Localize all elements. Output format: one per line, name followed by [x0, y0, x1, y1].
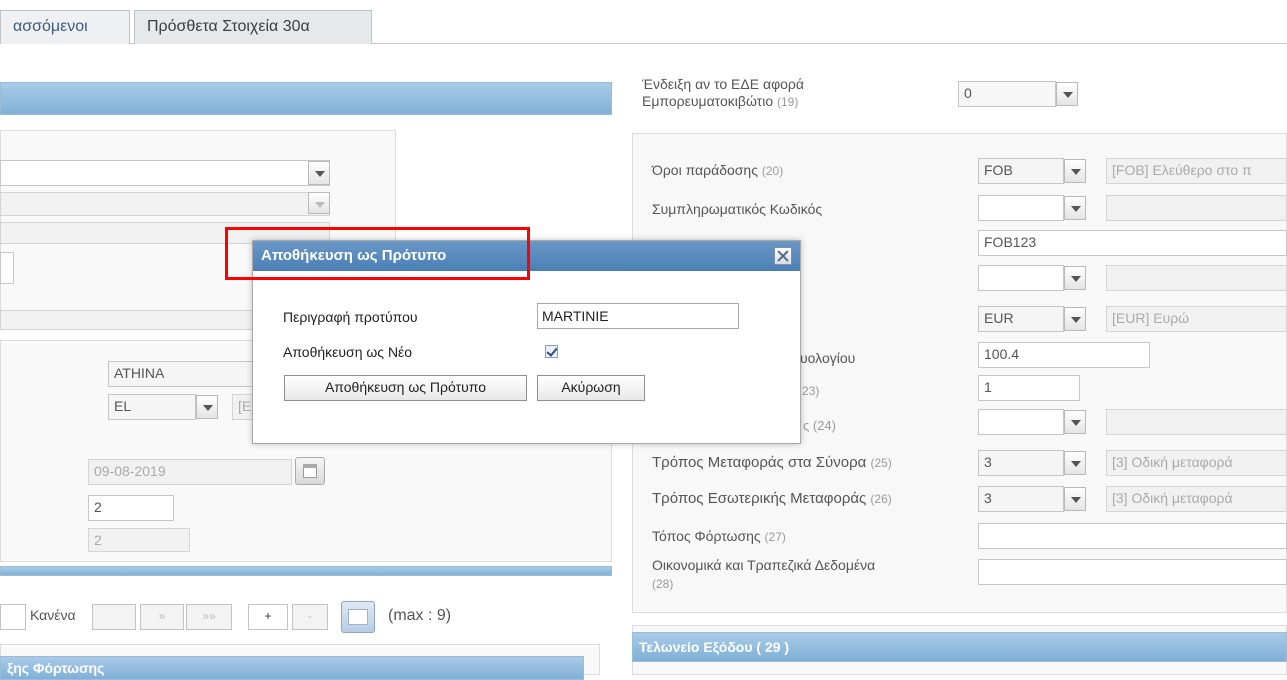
currency-select[interactable]: EUR: [978, 306, 1064, 332]
chevron-down-icon: [308, 192, 330, 214]
loading-place-text: Τόπος Φόρτωσης: [652, 528, 761, 544]
pager-none-label: Κανένα: [30, 607, 76, 623]
chevron-down-icon[interactable]: [1064, 451, 1086, 475]
financial-text: Οικονομικά και Τραπεζικά Δεδομένα: [652, 557, 876, 573]
country-desc: [E: [232, 394, 254, 420]
transport-border-select[interactable]: 3: [978, 450, 1064, 476]
transport-border-text: Τρόπος Μεταφοράς στα Σύνορα: [652, 454, 867, 471]
supplementary-code-select[interactable]: [978, 195, 1064, 221]
transport-inland-label: Τρόπος Εσωτερικής Μεταφοράς (26): [652, 490, 892, 507]
invoice-amount-field[interactable]: 100.4: [978, 342, 1150, 368]
close-icon[interactable]: [774, 247, 792, 265]
nature-desc: [1106, 409, 1287, 435]
exchange-rate-field[interactable]: 1: [978, 375, 1080, 401]
save-as-new-label: Αποθήκευση ως Νέο: [283, 344, 413, 360]
exchange-rate-num: 23): [802, 384, 820, 398]
place-field[interactable]: FOB123: [978, 230, 1287, 256]
select-row-4[interactable]: [978, 265, 1064, 291]
chevron-down-icon[interactable]: [1064, 307, 1086, 331]
transport-inland-desc: [3] Οδική μεταφορά: [1106, 486, 1287, 512]
remove-button[interactable]: -: [292, 604, 328, 630]
field-b: 2: [88, 528, 190, 552]
loading-place-field[interactable]: [978, 523, 1287, 549]
currency-desc: [EUR] Ευρώ: [1106, 306, 1287, 332]
left-select-2: [0, 192, 330, 216]
pager-prev[interactable]: [0, 604, 26, 630]
field-a[interactable]: 2: [88, 495, 174, 521]
exit-office-title: Τελωνείο Εξόδου ( 29 ): [632, 632, 1287, 662]
cancel-button[interactable]: Ακύρωση: [537, 375, 645, 401]
financial-field[interactable]: [978, 559, 1287, 585]
container-num: (19): [777, 95, 799, 109]
save-as-new-checkbox[interactable]: [545, 345, 558, 358]
delivery-terms-desc: [FOB] Ελεύθερο στο π: [1106, 158, 1287, 184]
financial-num: (28): [652, 577, 674, 591]
supplementary-code-desc: [1106, 195, 1287, 221]
chevron-down-icon[interactable]: [1064, 487, 1086, 511]
loading-section-title: ξης Φόρτωσης: [0, 656, 584, 680]
delivery-terms-label: Όροι παράδοσης (20): [652, 162, 783, 178]
date-field[interactable]: 09-08-2019: [88, 459, 292, 485]
chevron-down-icon[interactable]: [1064, 196, 1086, 220]
chevron-down-icon[interactable]: [1056, 82, 1078, 106]
calendar-icon[interactable]: [295, 457, 325, 485]
chevron-down-icon[interactable]: [1064, 410, 1086, 434]
financial-label: Οικονομικά και Τραπεζικά Δεδομένα (28): [652, 556, 962, 593]
city-field[interactable]: ATHINA: [108, 361, 254, 387]
left-divider-bar: [0, 566, 612, 576]
nature-num: ς (24): [803, 418, 836, 433]
transport-inland-num: (26): [870, 492, 892, 506]
loading-place-num: (27): [764, 530, 786, 544]
transport-inland-select[interactable]: 3: [978, 486, 1064, 512]
pager-next-button[interactable]: »: [140, 604, 184, 630]
chevron-down-icon[interactable]: [1064, 159, 1086, 183]
delivery-terms-num: (20): [761, 164, 784, 178]
save-as-template-button[interactable]: Αποθήκευση ως Πρότυπο: [284, 375, 527, 401]
left-section-header: [0, 82, 612, 115]
transport-border-num: (25): [870, 456, 892, 470]
highlight-box: [225, 227, 530, 280]
chevron-down-icon[interactable]: [196, 395, 218, 419]
nature-select[interactable]: [978, 409, 1064, 435]
country-select[interactable]: EL: [108, 394, 196, 420]
row-4-desc: [1106, 265, 1287, 291]
delivery-terms-select[interactable]: FOB: [978, 158, 1064, 184]
transport-border-desc: [3] Οδική μεταφορά: [1106, 450, 1287, 476]
template-description-label: Περιγραφή προτύπου: [283, 309, 418, 325]
add-button[interactable]: +: [248, 604, 288, 630]
left-textarea[interactable]: [0, 252, 14, 284]
tab-participants[interactable]: ασσόμενοι: [0, 10, 130, 44]
chevron-down-icon[interactable]: [1064, 266, 1086, 290]
tab-additional-30a[interactable]: Πρόσθετα Στοιχεία 30α: [134, 10, 372, 44]
transport-border-label: Τρόπος Μεταφοράς στα Σύνορα (25): [652, 454, 892, 471]
pager-last-button[interactable]: »»: [186, 604, 232, 630]
pager-input[interactable]: [92, 604, 136, 630]
window-icon[interactable]: [341, 601, 375, 633]
loading-place-label: Τόπος Φόρτωσης (27): [652, 528, 786, 544]
invoice-amount-label: υολογίου: [800, 350, 856, 366]
pager-max-label: (max : 9): [388, 607, 452, 624]
left-select-1[interactable]: [0, 160, 330, 186]
template-description-input[interactable]: [537, 303, 739, 329]
supplementary-code-label: Συμπληρωματικός Κωδικός: [652, 201, 823, 217]
transport-inland-text: Τρόπος Εσωτερικής Μεταφοράς: [652, 490, 867, 507]
container-label: Ένδειξη αν το ΕΔΕ αφορά Εμπορευματοκιβώτ…: [642, 76, 892, 111]
container-select[interactable]: 0: [958, 81, 1056, 107]
delivery-terms-text: Όροι παράδοσης: [652, 162, 758, 178]
chevron-down-icon[interactable]: [308, 161, 330, 185]
